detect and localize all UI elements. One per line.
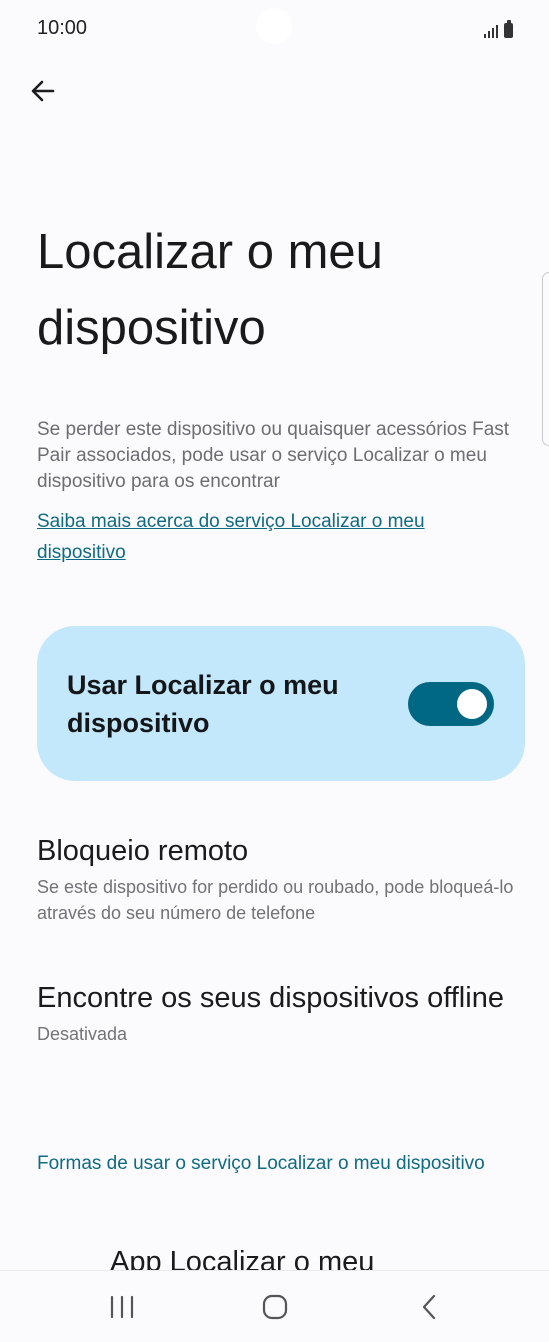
battery-icon [504, 20, 513, 38]
toggle-knob [457, 689, 487, 719]
use-find-my-device-switch[interactable] [408, 682, 494, 726]
remote-lock-item[interactable]: Bloqueio remoto Se este dispositivo for … [37, 832, 527, 926]
arrow-left-icon [31, 80, 55, 102]
back-chevron-icon [422, 1294, 436, 1320]
system-back-button[interactable] [406, 1285, 454, 1329]
offline-devices-title: Encontre os seus dispositivos offline [37, 982, 504, 1014]
offline-devices-subtitle: Desativada [37, 1024, 128, 1044]
remote-lock-title: Bloqueio remoto [37, 835, 249, 867]
use-find-my-device-label: Usar Localizar o meu dispositivo [67, 670, 339, 738]
home-icon [262, 1294, 288, 1320]
offline-devices-item[interactable]: Encontre os seus dispositivos offline De… [37, 979, 527, 1047]
signal-icon [484, 24, 498, 38]
intro-description: Se perder este dispositivo ou quaisquer … [37, 419, 510, 492]
ways-to-use-link[interactable]: Formas de usar o serviço Localizar o meu… [37, 1150, 507, 1178]
home-button[interactable] [251, 1285, 299, 1329]
learn-more-link[interactable]: Saiba mais acerca do serviço Localizar o… [37, 506, 507, 568]
navigation-bar [0, 1270, 549, 1342]
screen: 10:00 Localizar o meu dispositivo Se per… [0, 0, 549, 1342]
scroll-indicator[interactable] [542, 272, 549, 446]
status-bar: 10:00 [0, 0, 549, 58]
use-find-my-device-toggle-card[interactable]: Usar Localizar o meu dispositivo [37, 626, 525, 781]
status-time: 10:00 [37, 17, 88, 39]
camera-cutout [256, 8, 292, 44]
back-button[interactable] [22, 70, 64, 112]
status-icons [484, 20, 513, 38]
remote-lock-subtitle: Se este dispositivo for perdido ou rouba… [37, 877, 514, 923]
recents-icon [110, 1295, 134, 1319]
recents-button[interactable] [98, 1285, 146, 1329]
page-title: Localizar o meu dispositivo [37, 225, 383, 355]
